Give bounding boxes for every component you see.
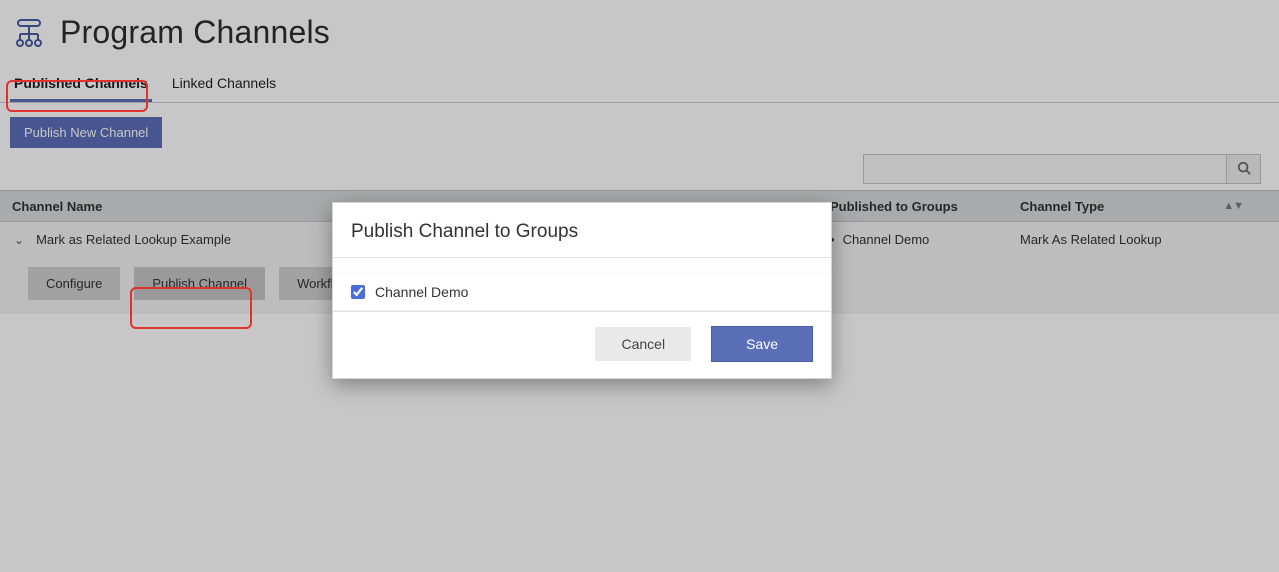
modal-footer: Cancel Save — [333, 312, 831, 378]
save-button[interactable]: Save — [711, 326, 813, 362]
modal-title: Publish Channel to Groups — [333, 203, 831, 257]
group-option-checkbox[interactable] — [351, 285, 365, 299]
page-root: Program Channels Published Channels Link… — [0, 0, 1279, 572]
group-option-hidden — [333, 258, 831, 274]
group-option-row[interactable]: Channel Demo — [333, 274, 831, 311]
group-option-label: Channel Demo — [375, 284, 468, 300]
cancel-button[interactable]: Cancel — [595, 327, 691, 361]
modal-body: Channel Demo — [333, 257, 831, 312]
publish-channel-modal: Publish Channel to Groups Channel Demo C… — [332, 202, 832, 379]
